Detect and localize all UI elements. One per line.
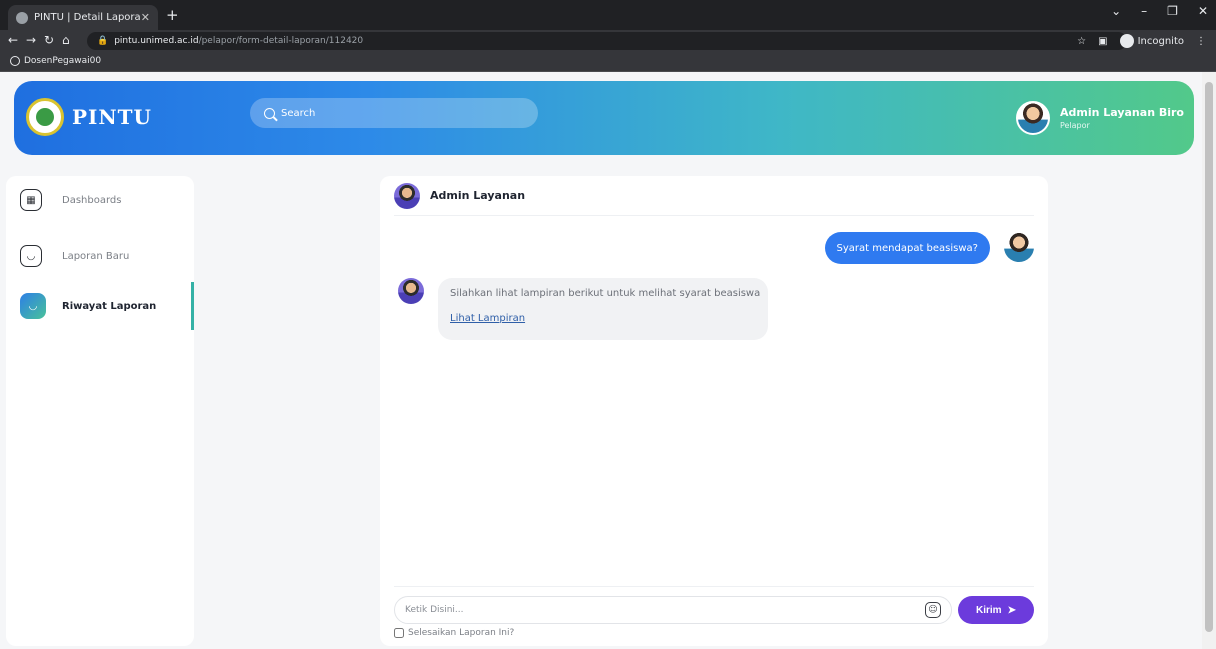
bookmark-star-icon[interactable]: ☆: [1077, 36, 1086, 47]
search-bar[interactable]: [250, 98, 538, 128]
send-label: Kirim: [976, 604, 1002, 616]
user-profile[interactable]: Admin Layanan Biro Pelapor: [1015, 101, 1184, 135]
close-window-icon[interactable]: ✕: [1198, 4, 1208, 18]
header-banner: PINTU Admin Layanan Biro Pelapor: [14, 81, 1194, 155]
reload-icon[interactable]: ↻: [44, 33, 54, 47]
sidebar-item-label: Dashboards: [62, 194, 122, 206]
url-path: /pelapor/form-detail-laporan/112420: [198, 36, 364, 46]
sidepanel-icon[interactable]: ▣: [1098, 36, 1107, 47]
user-info: Admin Layanan Biro Pelapor: [1060, 106, 1184, 130]
sender-avatar: [1004, 232, 1034, 262]
scrollbar-thumb[interactable]: [1205, 82, 1213, 632]
message-composer: ☺: [394, 596, 952, 624]
address-bar: ← → ↻ ⌂ 🔒 pintu.unimed.ac.id /pelapor/fo…: [0, 30, 1216, 52]
bookmark-item[interactable]: DosenPegawai00: [10, 56, 101, 66]
university-logo[interactable]: [26, 98, 64, 136]
home-icon[interactable]: ⌂: [62, 33, 70, 47]
window-controls: ⌄ – ❐ ✕: [1111, 4, 1208, 18]
bookmark-label: DosenPegawai00: [24, 56, 102, 66]
attachment-link[interactable]: Lihat Lampiran: [450, 313, 525, 324]
url-field[interactable]: 🔒 pintu.unimed.ac.id /pelapor/form-detai…: [87, 32, 1127, 50]
send-icon: ➤: [1007, 604, 1016, 616]
browser-tab-bar: PINTU | Detail Laporan ✕ + ⌄ – ❐ ✕: [0, 0, 1216, 30]
incoming-message-text: Silahkan lihat lampiran berikut untuk me…: [450, 288, 761, 299]
close-tab-icon[interactable]: ✕: [141, 11, 150, 24]
page-viewport: PINTU Admin Layanan Biro Pelapor ▦ Dashb…: [0, 72, 1216, 649]
incognito-label: Incognito: [1137, 35, 1184, 47]
finish-report-checkbox[interactable]: [394, 628, 404, 638]
inbox-icon: ◡: [20, 293, 46, 319]
sidebar-item-dashboards[interactable]: ▦ Dashboards: [6, 176, 194, 224]
admin-avatar: [398, 278, 424, 304]
url-host: pintu.unimed.ac.id: [114, 36, 199, 46]
browser-actions: ☆ ▣ Incognito ⋮: [1077, 34, 1206, 48]
sidebar-item-riwayat-laporan[interactable]: ◡ Riwayat Laporan: [6, 282, 194, 330]
user-role: Pelapor: [1059, 121, 1090, 130]
sidebar-item-laporan-baru[interactable]: ◡ Laporan Baru: [6, 232, 194, 280]
new-tab-icon[interactable]: +: [166, 6, 179, 24]
menu-kebab-icon[interactable]: ⋮: [1196, 36, 1206, 47]
forward-icon[interactable]: →: [26, 33, 36, 47]
browser-tab[interactable]: PINTU | Detail Laporan ✕: [8, 5, 158, 30]
bookmark-globe-icon: [10, 56, 20, 66]
sidebar-item-label: Riwayat Laporan: [62, 300, 157, 312]
logo-emblem: [34, 106, 56, 128]
dashboard-icon: ▦: [20, 189, 42, 211]
divider: [394, 586, 1034, 587]
lock-icon: 🔒: [97, 36, 109, 46]
tab-search-icon[interactable]: ⌄: [1111, 4, 1121, 18]
site-favicon-icon: [16, 11, 28, 24]
sidebar: ▦ Dashboards ◡ Laporan Baru ◡ Riwayat La…: [6, 176, 194, 646]
user-name: Admin Layanan Biro: [1059, 106, 1184, 119]
restore-icon[interactable]: ❐: [1167, 4, 1178, 18]
search-input[interactable]: [281, 107, 511, 119]
sidebar-item-label: Laporan Baru: [62, 250, 130, 262]
search-icon: [264, 107, 275, 119]
outgoing-message: Syarat mendapat beasiswa?: [824, 232, 990, 264]
page-scrollbar[interactable]: [1202, 72, 1216, 649]
chat-title: Admin Layanan: [430, 189, 526, 202]
tab-title: PINTU | Detail Laporan: [34, 12, 141, 23]
incognito-indicator[interactable]: Incognito: [1119, 34, 1184, 48]
send-button[interactable]: Kirim ➤: [958, 596, 1034, 624]
bookmark-bar: DosenPegawai00: [0, 52, 1216, 72]
chat-panel: Admin Layanan Syarat mendapat beasiswa? …: [380, 176, 1048, 646]
finish-report-label: Selesaikan Laporan Ini?: [408, 628, 515, 638]
incoming-message: Silahkan lihat lampiran berikut untuk me…: [438, 278, 768, 340]
image-upload-icon[interactable]: ☺: [925, 602, 941, 618]
inbox-icon: ◡: [20, 245, 42, 267]
back-icon[interactable]: ←: [8, 33, 18, 47]
finish-report-option[interactable]: Selesaikan Laporan Ini?: [394, 628, 514, 638]
message-input[interactable]: [405, 605, 925, 615]
brand-title: PINTU: [72, 105, 152, 129]
user-avatar: [1015, 101, 1050, 135]
chat-header: Admin Layanan: [394, 176, 1034, 216]
admin-avatar: [394, 182, 420, 209]
minimize-icon[interactable]: –: [1141, 4, 1147, 18]
incognito-icon: [1119, 34, 1134, 48]
